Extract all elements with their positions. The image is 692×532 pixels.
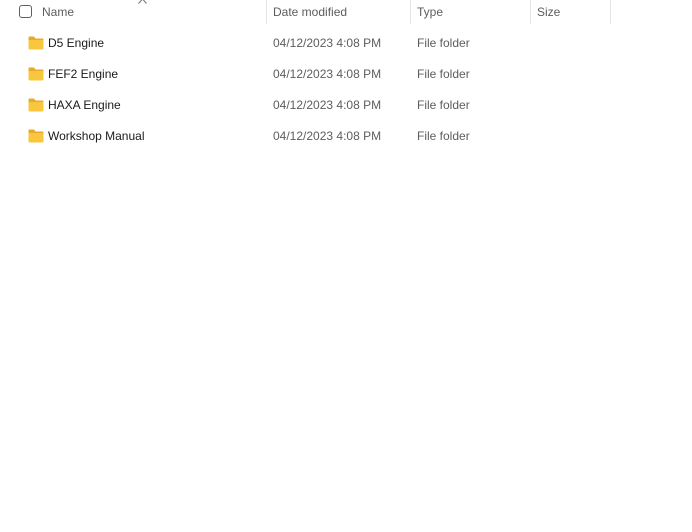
file-name: HAXA Engine [48, 98, 121, 112]
column-header-size[interactable]: Size [537, 0, 560, 24]
file-name: Workshop Manual [48, 129, 145, 143]
file-type: File folder [417, 98, 470, 112]
file-type: File folder [417, 129, 470, 143]
column-header-date-modified[interactable]: Date modified [273, 0, 347, 24]
folder-icon [28, 98, 44, 112]
file-rows: D5 Engine 04/12/2023 4:08 PM File folder… [0, 28, 692, 152]
chevron-up-icon [138, 0, 147, 4]
file-name: FEF2 Engine [48, 67, 119, 81]
column-divider[interactable] [266, 0, 267, 24]
file-date-modified: 04/12/2023 4:08 PM [273, 98, 382, 112]
folder-icon [28, 129, 44, 143]
folder-icon [28, 67, 44, 81]
file-type: File folder [417, 36, 470, 50]
file-date-modified: 04/12/2023 4:08 PM [273, 36, 382, 50]
column-divider[interactable] [530, 0, 531, 24]
file-row[interactable]: FEF2 Engine 04/12/2023 4:08 PM File fold… [0, 59, 640, 90]
column-divider[interactable] [410, 0, 411, 24]
file-row[interactable]: HAXA Engine 04/12/2023 4:08 PM File fold… [0, 90, 640, 121]
column-header-type[interactable]: Type [417, 0, 443, 24]
file-date-modified: 04/12/2023 4:08 PM [273, 67, 382, 81]
file-list-view: Name Date modified Type Size D5 Engine 0… [0, 0, 692, 532]
file-row[interactable]: D5 Engine 04/12/2023 4:08 PM File folder [0, 28, 640, 59]
file-row[interactable]: Workshop Manual 04/12/2023 4:08 PM File … [0, 121, 640, 152]
folder-icon [28, 36, 44, 50]
column-header-name[interactable]: Name [42, 0, 74, 24]
column-header-bar: Name Date modified Type Size [0, 0, 692, 24]
file-date-modified: 04/12/2023 4:08 PM [273, 129, 382, 143]
file-type: File folder [417, 67, 470, 81]
file-name: D5 Engine [48, 36, 105, 50]
column-divider[interactable] [610, 0, 611, 24]
select-all-checkbox[interactable] [19, 5, 32, 18]
